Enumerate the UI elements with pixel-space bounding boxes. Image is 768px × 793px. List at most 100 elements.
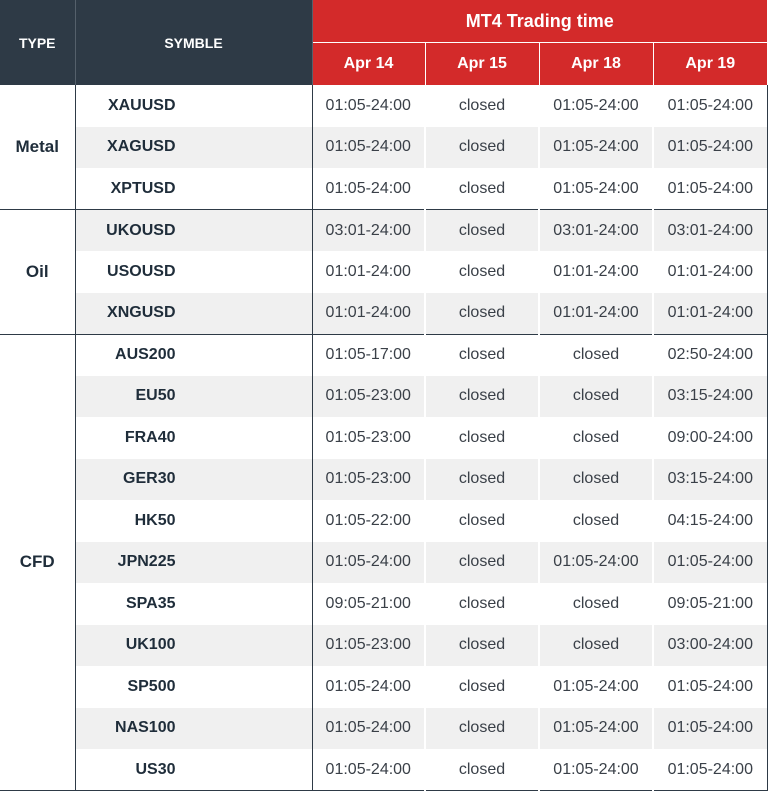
table-row: XAGUSD 01:05-24:00 closed 01:05-24:00 01:05-… [0,126,768,168]
trading-time-cell: closed [538,458,653,500]
symbol-cell: GER30 [75,458,312,500]
trading-time-cell: closed [538,624,653,666]
trading-time-cell: closed [424,209,539,251]
symbol-cell: SPA35 [125,594,176,612]
symbol-cell: FRA40 [124,428,176,446]
trading-time-cell: 01:05-24:00 [311,126,425,168]
trading-time-cell: 03:01-24:00 [538,209,653,251]
trading-time-cell: 01:05-24:00 [651,541,768,583]
trading-time-cell: closed [424,458,539,500]
trading-time-cell: 01:05-23:00 [311,417,425,459]
symbol-column-header: SYMBLE [75,0,313,85]
trading-time-cell: 03:15-24:00 [651,458,768,500]
trading-time-cell: 01:05-24:00 [538,749,653,791]
trading-time-cell: closed [424,85,539,127]
trading-time-cell: closed [538,334,653,376]
trading-time-cell: 01:01-24:00 [538,292,653,335]
trading-time-cell: 01:01-24:00 [651,251,768,293]
trading-time-cell: 01:05-23:00 [311,624,425,666]
trading-time-cell: closed [424,500,539,542]
table-row: US30 01:05-24:00 closed 01:05-24:00 01:05-24… [0,749,768,791]
trading-time-cell: closed [538,417,653,459]
trading-time-cell: 01:05-24:00 [538,126,653,168]
trading-time-cell: closed [424,375,539,417]
trading-time-cell: 02:50-24:00 [651,334,768,376]
trading-time-cell: closed [424,334,539,376]
table-row: Metal XAUUSD 01:05-24:00 closed 01:05-24:00 0… [0,85,768,210]
trading-time-cell: 01:05-24:00 [311,168,425,210]
trading-time-cell: closed [538,583,653,625]
trading-time-group-header: MT4 Trading time [312,0,768,43]
trading-time-cell: 03:00-24:00 [651,624,768,666]
trading-time-cell: 09:00-24:00 [651,417,768,459]
table-row: NAS100 01:05-24:00 closed 01:05-24:00 01:05-… [0,707,768,749]
trading-time-cell: 01:01-24:00 [311,292,425,335]
trading-time-cell: 01:05-24:00 [538,666,653,708]
trading-time-cell: 01:01-24:00 [651,292,768,335]
trading-time-cell: 09:05-21:00 [311,583,425,625]
trading-time-table: TYPE SYMBLE MT4 Trading time Apr 14 Apr … [0,0,768,791]
trading-time-cell: 03:01-24:00 [311,209,425,251]
date-header-2: Apr 15 [425,42,540,85]
date-header-4: Apr 19 [653,42,768,85]
trading-time-cell: 01:05-24:00 [651,666,768,708]
trading-time-cell: 01:05-23:00 [311,375,425,417]
trading-time-cell: 01:05-24:00 [311,85,425,127]
trading-time-cell: 01:05-24:00 [651,85,768,127]
table-row: XPTUSD 01:05-24:00 closed 01:05-24:00 01:05-… [0,168,768,210]
trading-time-cell: 03:01-24:00 [651,209,768,251]
trading-time-cell: 04:15-24:00 [651,500,768,542]
trading-time-cell: 09:05-21:00 [651,583,768,625]
symbol-cell: EU50 [75,375,312,417]
trading-time-cell: closed [424,749,539,791]
trading-time-cell: 01:05-24:00 [651,168,768,210]
symbol-cell: HK50 [134,511,176,529]
symbol-cell: SP500 [127,677,176,695]
trading-time-cell: 01:05-24:00 [651,126,768,168]
table-row: EU50 01:05-23:00 closed closed 03:15-24:00 [0,375,768,417]
trading-time-cell: closed [424,666,539,708]
trading-time-cell: closed [424,168,539,210]
date-header-3: Apr 18 [539,42,654,85]
table-row: FRA40 01:05-23:00 closed closed 09:00-24:00 [0,417,768,459]
trading-time-cell: 01:05-24:00 [538,168,653,210]
trading-time-cell: 01:05-24:00 [538,541,653,583]
table-row: HK50 01:05-22:00 closed closed 04:15-24:00 [0,500,768,542]
trading-time-cell: 01:05-24:00 [651,707,768,749]
symbol-cell: US30 [75,749,312,791]
date-header-1: Apr 14 [312,42,426,85]
trading-time-cell: 01:01-24:00 [538,251,653,293]
table-row: Oil UKOUSD 03:01-24:00 closed 03:01-24:00 03:… [0,209,768,335]
symbol-cell: XNGUSD [75,292,312,335]
table-row: XNGUSD 01:01-24:00 closed 01:01-24:00 01:01-… [0,292,768,335]
symbol-cell: NAS100 [75,707,312,749]
trading-time-cell: 01:05-24:00 [538,85,653,127]
trading-time-cell: closed [424,624,539,666]
symbol-cell: XAUUSD [107,96,176,114]
trading-time-cell: 01:05-24:00 [651,749,768,791]
trading-time-cell: closed [424,417,539,459]
trading-time-cell: closed [424,541,539,583]
symbol-cell: UKOUSD [75,209,312,251]
trading-time-cell: closed [424,707,539,749]
type-cell: Metal [0,85,76,210]
trading-time-cell: 03:15-24:00 [651,375,768,417]
table-row: SPA35 09:05-21:00 closed closed 09:05-21:00 [0,583,768,625]
trading-time-cell: 01:05-24:00 [538,707,653,749]
trading-time-cell: closed [424,251,539,293]
trading-time-cell: 01:01-24:00 [311,251,425,293]
trading-time-cell: 01:05-23:00 [311,458,425,500]
trading-time-cell: closed [424,292,539,335]
symbol-cell: UK100 [75,624,312,666]
symbol-cell: USOUSD [107,262,176,280]
symbol-cell: XPTUSD [75,168,312,210]
table-row: SP500 01:05-24:00 closed 01:05-24:00 01:05-2… [0,666,768,708]
trading-time-cell: 01:05-22:00 [311,500,425,542]
type-cell: CFD [0,334,76,791]
table-row: GER30 01:05-23:00 closed closed 03:15-24:00 [0,458,768,500]
trading-time-cell: 01:05-24:00 [311,749,425,791]
trading-time-cell: 01:05-24:00 [311,541,425,583]
trading-time-cell: closed [424,126,539,168]
symbol-cell: AUS200 [115,346,176,363]
trading-time-cell: 01:05-17:00 [311,334,425,376]
